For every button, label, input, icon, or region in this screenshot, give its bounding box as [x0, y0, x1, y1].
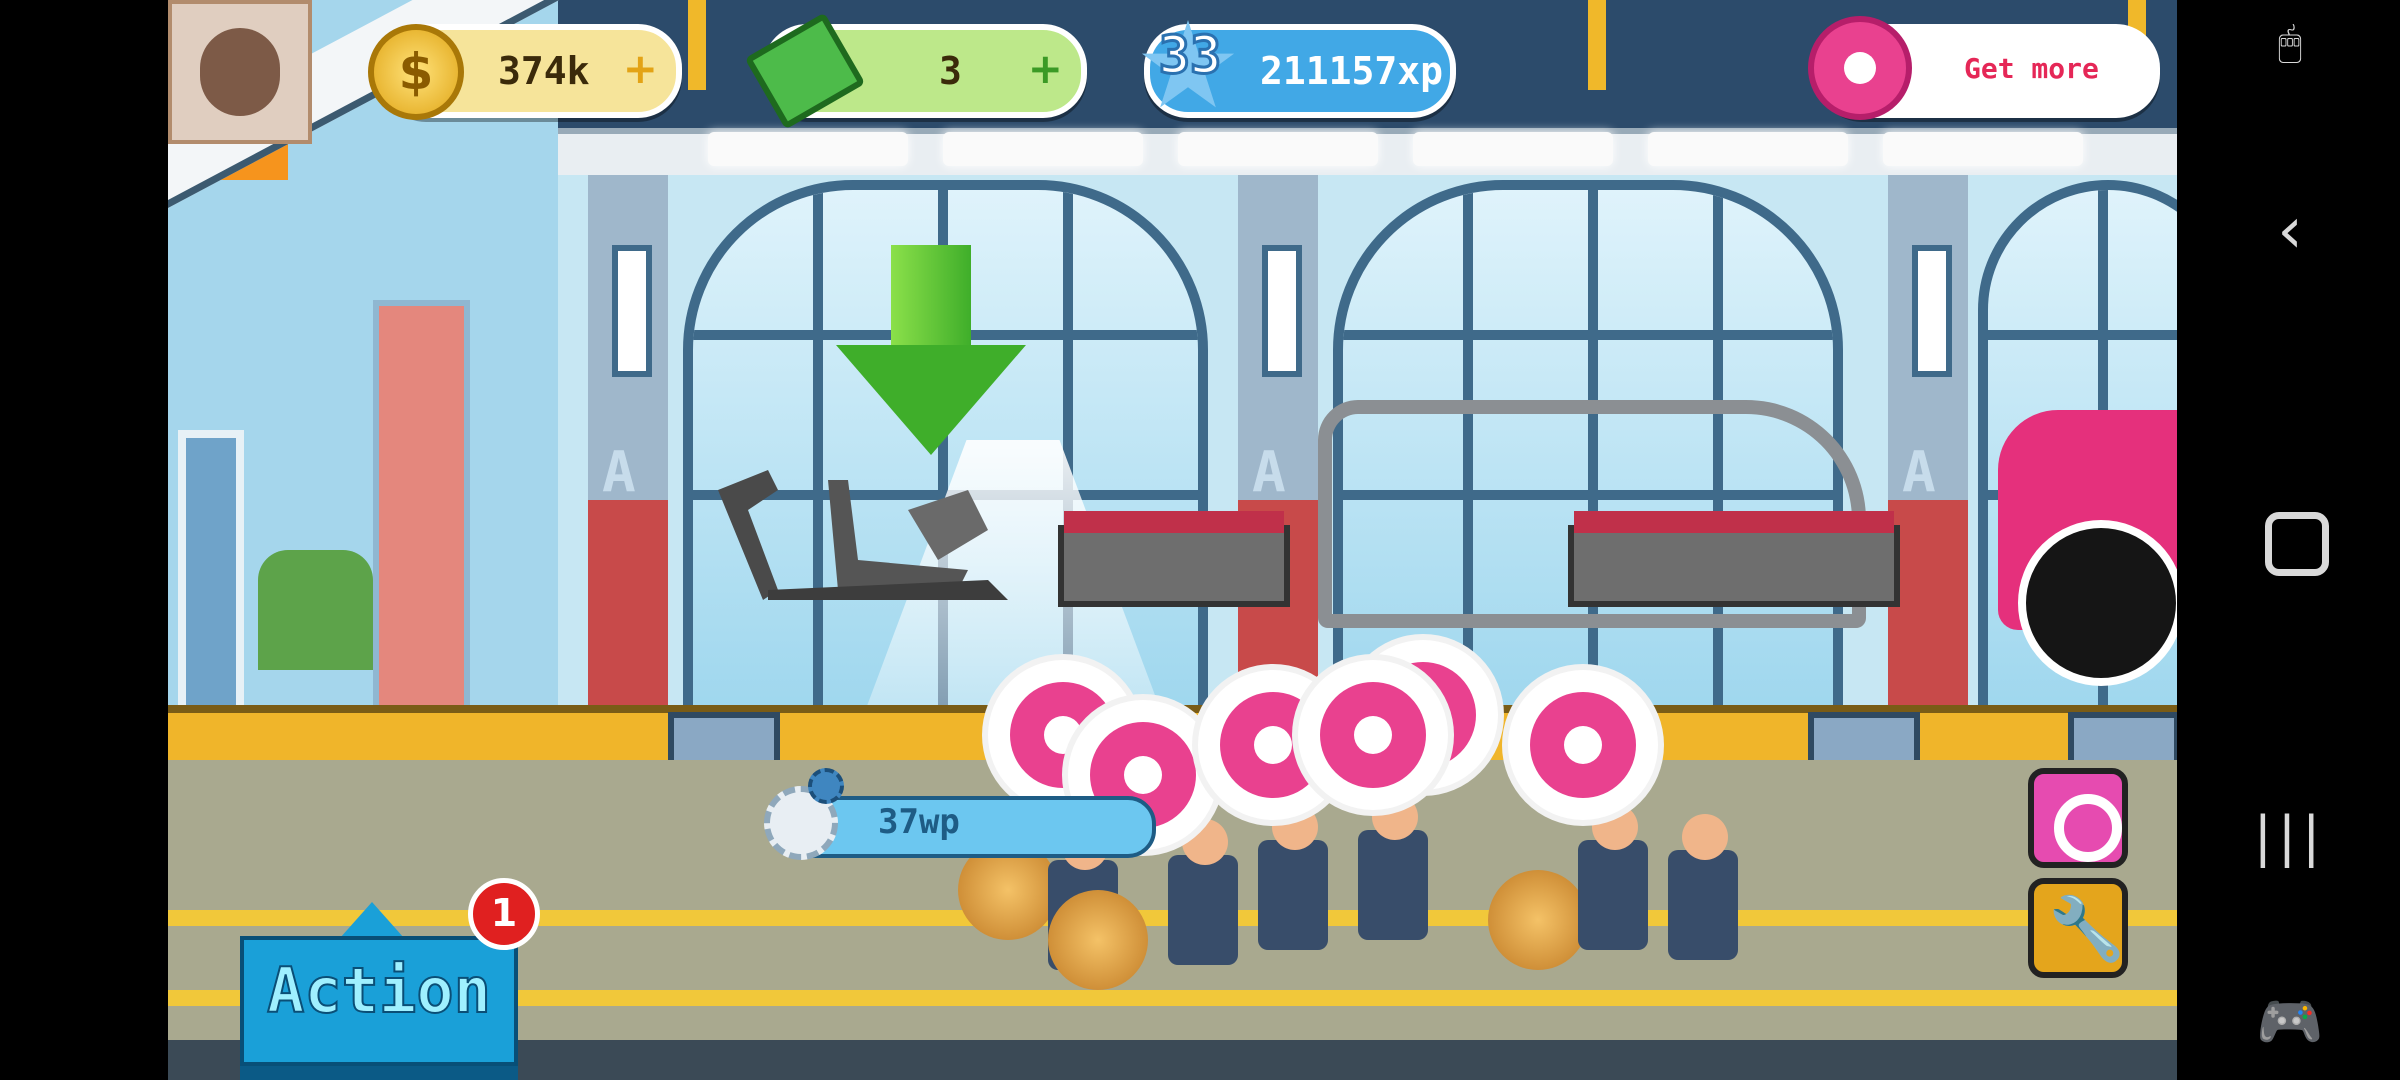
cash-value: 3 — [939, 49, 962, 93]
action-label: Action — [266, 953, 492, 1028]
green-down-arrow-icon[interactable] — [836, 245, 1026, 465]
coin-icon: $ — [368, 24, 464, 120]
workpoints-value: 37wp — [878, 802, 960, 842]
add-cash-button[interactable]: + — [1028, 44, 1063, 93]
action-arrow-icon — [340, 902, 404, 938]
coins-counter[interactable]: $ 374k + — [368, 24, 682, 120]
ceiling-lamp — [1648, 132, 1848, 166]
wall-pillar: A — [1888, 175, 1968, 735]
cash-counter[interactable]: 3 + — [744, 12, 1087, 130]
wall-pillar: A — [588, 175, 668, 735]
pink-car[interactable] — [1998, 410, 2177, 686]
ceiling-beam — [688, 0, 706, 90]
donut-icon — [1808, 16, 1912, 120]
game-tools-icon[interactable]: 🎮 — [2245, 990, 2335, 1054]
xp-value: 211157xp — [1260, 49, 1444, 93]
recent-apps-icon[interactable]: ||| — [2245, 805, 2335, 868]
donut-icon — [2054, 794, 2122, 862]
burger-item — [1048, 890, 1148, 990]
ceiling-lamp — [708, 132, 908, 166]
ceiling-lamp — [1178, 132, 1378, 166]
wall-pillar: A — [1238, 175, 1318, 735]
get-more-label: Get more — [1964, 52, 2099, 85]
android-nav-bar: 🖱 ‹ ||| 🎮 — [2177, 0, 2400, 1080]
home-icon[interactable] — [2265, 512, 2329, 576]
cursor-icon[interactable]: 🖱 — [2245, 20, 2335, 66]
ceiling-beam — [1588, 0, 1606, 90]
action-button[interactable]: Action — [240, 936, 518, 1066]
chassis-part[interactable] — [1568, 511, 1900, 607]
burger-item — [1488, 870, 1588, 970]
worker[interactable] — [1168, 819, 1238, 965]
worker[interactable] — [1258, 804, 1328, 950]
get-more-donuts-button[interactable]: Get more — [1808, 16, 2160, 120]
player-level: 33 — [1157, 25, 1223, 88]
action-badge: 1 — [468, 878, 540, 950]
add-coins-button[interactable]: + — [623, 44, 658, 93]
donut-bubble-icon[interactable] — [1298, 660, 1448, 810]
xp-counter[interactable]: 33 211157xp — [1141, 20, 1456, 118]
back-icon[interactable]: ‹ — [2245, 194, 2335, 268]
wrench-icon: 🔧 — [2048, 892, 2126, 965]
engine-part[interactable] — [1058, 511, 1290, 607]
small-gear-icon — [808, 768, 844, 804]
coins-value: 374k — [498, 49, 590, 93]
ceiling-lamp — [1883, 132, 2083, 166]
ceiling-lamp — [1413, 132, 1613, 166]
worker[interactable] — [1358, 794, 1428, 940]
donut-shop-button[interactable] — [2028, 768, 2128, 868]
worker[interactable] — [1668, 814, 1738, 960]
worker[interactable] — [1578, 804, 1648, 950]
player-avatar[interactable] — [168, 0, 312, 144]
donut-bubble-icon[interactable] — [1508, 670, 1658, 820]
build-button[interactable]: 🔧 — [2028, 878, 2128, 978]
ceiling-lamp — [943, 132, 1143, 166]
game-viewport[interactable]: A A A 37wp $ 374k + 3 + 33 211157xp Get … — [168, 0, 2177, 1080]
